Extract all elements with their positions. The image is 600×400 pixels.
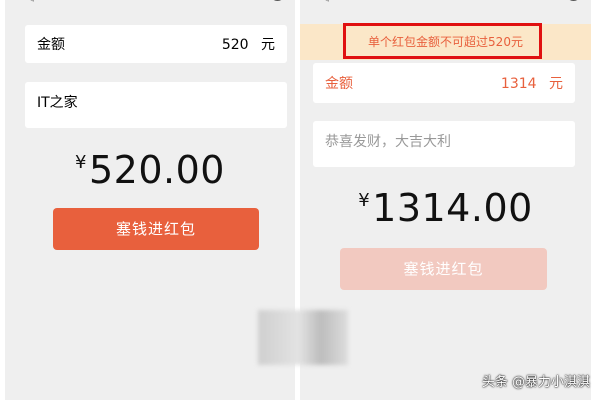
amount-unit: 元 — [549, 76, 563, 92]
message-field[interactable]: 恭喜发财，大吉大利 — [313, 121, 575, 167]
watermark: 头条 @暴力小淇淇 — [481, 375, 590, 390]
currency-symbol: ¥ — [75, 152, 87, 173]
total-amount: ¥1314.00 — [300, 186, 591, 230]
send-red-packet-button-disabled[interactable]: 塞钱进红包 — [340, 248, 547, 290]
blurred-image — [258, 310, 348, 365]
left-screen: ◁ ▬▬ 金额 520 元 IT之家 ¥520.00 塞钱进红包 — [5, 0, 295, 400]
amount-label: 金额 — [37, 37, 65, 53]
amount-value: 520 — [221, 37, 249, 53]
amount-value: 1314 — [500, 76, 537, 92]
back-button[interactable]: ◁ — [318, 0, 329, 4]
total-amount-value: 520.00 — [88, 148, 225, 192]
top-bar: ◁ ▬▬ — [300, 0, 591, 8]
page-title: ▬▬ — [424, 0, 450, 4]
amount-unit: 元 — [261, 37, 275, 53]
amount-field[interactable]: 金额 520 元 — [25, 25, 287, 63]
message-text: IT之家 — [37, 95, 78, 111]
total-amount: ¥520.00 — [5, 148, 295, 192]
help-icon[interactable] — [270, 0, 285, 1]
top-bar: ◁ ▬▬ — [5, 0, 295, 8]
total-amount-value: 1314.00 — [372, 186, 533, 230]
message-placeholder: 恭喜发财，大吉大利 — [325, 134, 451, 150]
amount-field[interactable]: 金额 1314 元 — [313, 63, 575, 103]
amount-value-group: 1314 元 — [501, 73, 563, 93]
message-field[interactable]: IT之家 — [25, 82, 287, 128]
amount-label: 金额 — [325, 76, 353, 92]
back-button[interactable]: ◁ — [23, 0, 34, 4]
page-title: ▬▬ — [129, 0, 155, 4]
currency-symbol: ¥ — [358, 190, 371, 211]
help-icon[interactable] — [566, 0, 581, 1]
highlight-box — [343, 23, 542, 59]
send-red-packet-button[interactable]: 塞钱进红包 — [53, 208, 259, 250]
amount-value-group: 520 元 — [222, 34, 275, 54]
